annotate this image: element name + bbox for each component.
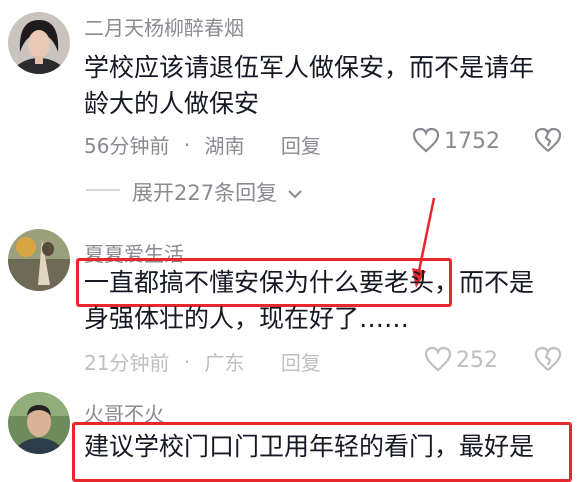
comment-text: 学校应该请退伍军人做保安，而不是请年 龄大的人做保安 <box>84 50 534 122</box>
comment-time: 56分钟前 <box>84 134 170 158</box>
comment-text-line: 身强体壮的人，现在好了…… <box>84 304 410 333</box>
highlighted-text: 一直都搞不懂安保为什么要老头 <box>84 268 435 297</box>
comment-text-line: 建议学校门口门卫用年轻的看门，最好是 <box>84 432 535 461</box>
comment-text-line: 学校应该请退伍军人做保安，而不是请年 <box>84 53 535 82</box>
meta-dot: · <box>183 132 191 157</box>
comment-location: 湖南 <box>204 134 245 158</box>
chevron-down-icon <box>286 182 304 206</box>
comment-text: 一直都搞不懂安保为什么要老头，而不是 身强体壮的人，现在好了…… <box>84 265 534 337</box>
heart-icon[interactable] <box>412 127 440 157</box>
broken-heart-icon[interactable] <box>533 346 563 376</box>
like-count: 1752 <box>444 129 500 154</box>
expand-replies-button[interactable]: 展开227条回复 <box>132 177 304 207</box>
broken-heart-icon[interactable] <box>533 127 563 157</box>
comment-text: 建议学校门口门卫用年轻的看门，最好是 <box>84 429 534 465</box>
comment-meta: 56分钟前 · 湖南 回复 <box>84 130 321 159</box>
expand-replies-label: 展开227条回复 <box>132 181 278 205</box>
comment-location: 广东 <box>204 351 245 375</box>
avatar[interactable] <box>8 229 70 291</box>
expand-divider <box>86 189 120 191</box>
comment-text-line: 一直都搞不懂安保为什么要老头，而不是 <box>84 265 534 301</box>
comment-username[interactable]: 二月天杨柳醉春烟 <box>84 12 244 41</box>
comment-text-line: 龄大的人做保安 <box>84 89 260 118</box>
reply-button[interactable]: 回复 <box>281 347 321 376</box>
comment-text-rest: ，而不是 <box>434 268 535 297</box>
comment-meta: 21分钟前 · 广东 回复 <box>84 347 321 376</box>
comment-time: 21分钟前 <box>84 351 170 375</box>
avatar[interactable] <box>8 12 70 74</box>
like-count: 252 <box>456 348 498 373</box>
avatar[interactable] <box>8 392 70 454</box>
heart-icon[interactable] <box>424 346 452 376</box>
meta-dot: · <box>183 349 191 374</box>
reply-button[interactable]: 回复 <box>281 130 321 159</box>
